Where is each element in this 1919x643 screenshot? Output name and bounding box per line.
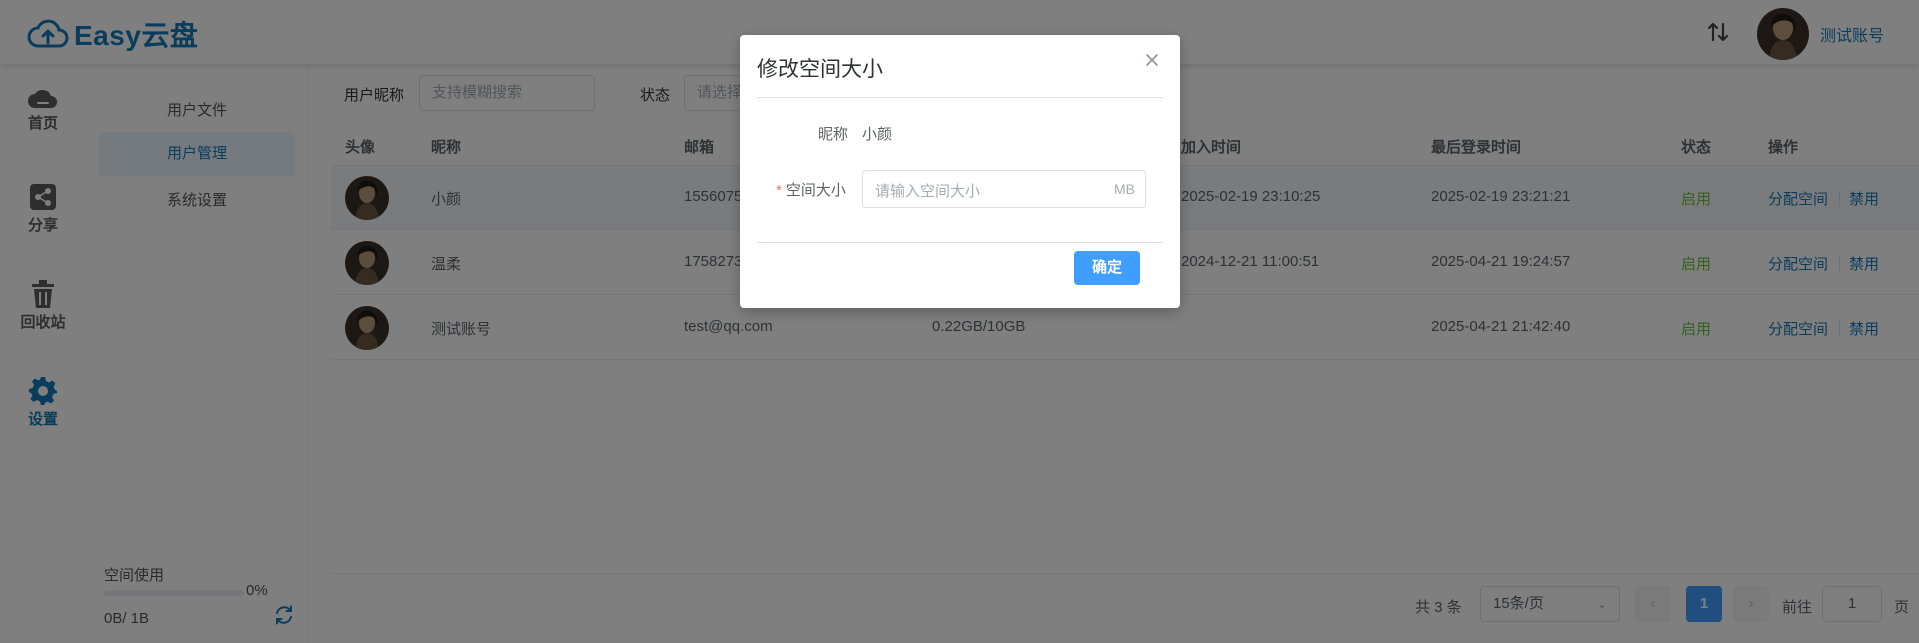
form-nickname-label: 昵称	[818, 126, 849, 143]
confirm-button[interactable]: 确定	[1074, 251, 1140, 285]
space-size-placeholder: 请输入空间大小	[875, 183, 981, 200]
space-size-input[interactable]: 请输入空间大小 MB	[862, 170, 1146, 208]
space-size-suffix: MB	[1114, 181, 1135, 197]
required-mark: *	[776, 182, 782, 199]
dialog-footer-divider	[757, 242, 1163, 243]
close-icon[interactable]	[1143, 51, 1161, 69]
form-space-label-text: 空间大小	[785, 182, 846, 199]
dialog-divider	[757, 97, 1163, 98]
resize-space-dialog: 修改空间大小 昵称 小颜 * 空间大小 请输入空间大小 MB 确定	[740, 35, 1180, 308]
form-space-label: * 空间大小	[776, 179, 846, 200]
form-nickname-value: 小颜	[862, 126, 893, 143]
dialog-title: 修改空间大小	[757, 58, 883, 81]
